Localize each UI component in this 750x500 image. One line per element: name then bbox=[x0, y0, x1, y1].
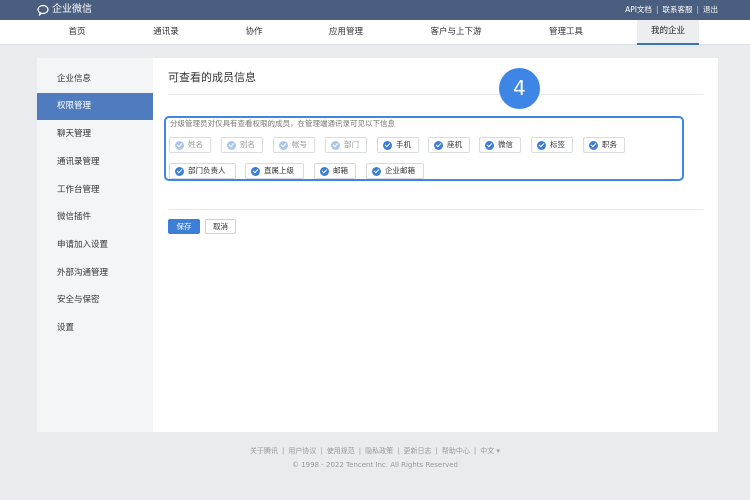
field-label: 直属上级 bbox=[264, 166, 294, 175]
checkbox-checked-icon bbox=[589, 141, 598, 150]
field-label: 手机 bbox=[396, 140, 411, 149]
nav-management-tools[interactable]: 管理工具 bbox=[549, 20, 583, 45]
checkbox-checked-icon bbox=[372, 167, 381, 176]
nav-collaboration[interactable]: 协作 bbox=[245, 20, 262, 45]
footer-link-help[interactable]: 帮助中心 bbox=[442, 447, 470, 455]
nav-customers-partners[interactable]: 客户与上下游 bbox=[430, 20, 481, 45]
field-checkbox-mobile[interactable]: 手机 bbox=[377, 137, 419, 153]
sidebar-item-external-communication[interactable]: 外部沟通管理 bbox=[37, 260, 153, 287]
sidebar-item-join-settings[interactable]: 申请加入设置 bbox=[37, 232, 153, 259]
field-checkbox-direct-supervisor[interactable]: 直属上级 bbox=[245, 163, 304, 179]
nav-my-company[interactable]: 我的企业 bbox=[636, 20, 700, 45]
nav-contacts[interactable]: 通讯录 bbox=[153, 20, 179, 45]
app-logo[interactable]: 企业微信 bbox=[37, 3, 92, 17]
field-checkbox-tags[interactable]: 标签 bbox=[531, 137, 573, 153]
field-label: 企业邮箱 bbox=[385, 166, 415, 175]
checkbox-checked-icon bbox=[383, 141, 392, 150]
field-checkbox-department-head[interactable]: 部门负责人 bbox=[169, 163, 236, 179]
checkbox-checked-icon bbox=[485, 141, 494, 150]
footer-link-changelog[interactable]: 更新日志 bbox=[403, 447, 431, 455]
field-checkbox-alias: 别名 bbox=[221, 137, 263, 153]
save-button[interactable]: 保存 bbox=[168, 219, 200, 234]
api-docs-link[interactable]: API文档 bbox=[625, 4, 652, 16]
cancel-button[interactable]: 取消 bbox=[205, 219, 236, 234]
field-label: 邮箱 bbox=[333, 166, 348, 175]
field-checkbox-email[interactable]: 邮箱 bbox=[314, 163, 356, 179]
app-name: 企业微信 bbox=[52, 4, 92, 15]
field-label: 部门负责人 bbox=[188, 166, 226, 175]
logout-link[interactable]: 退出 bbox=[703, 4, 718, 16]
separator: | bbox=[358, 447, 362, 455]
separator: | bbox=[320, 447, 323, 455]
checkbox-checked-icon bbox=[331, 141, 340, 150]
field-checkbox-department: 部门 bbox=[325, 137, 367, 153]
footer-link-about[interactable]: 关于腾讯 bbox=[250, 447, 278, 455]
field-checkbox-name: 姓名 bbox=[169, 137, 211, 153]
field-checkbox-enterprise-email[interactable]: 企业邮箱 bbox=[366, 163, 424, 179]
sidebar: 企业信息 权限管理 聊天管理 通讯录管理 工作台管理 微信插件 申请加入设置 外… bbox=[37, 58, 153, 432]
field-label: 座机 bbox=[447, 140, 462, 149]
checkbox-checked-icon bbox=[175, 167, 184, 176]
field-label: 微信 bbox=[498, 140, 513, 149]
field-checkbox-landline[interactable]: 座机 bbox=[428, 137, 470, 153]
content-divider bbox=[168, 209, 703, 210]
separator: | bbox=[696, 5, 699, 14]
footer-link-usage-rules[interactable]: 使用规范 bbox=[327, 447, 355, 455]
nav-app-management[interactable]: 应用管理 bbox=[329, 20, 363, 45]
main-card: 企业信息 权限管理 聊天管理 通讯录管理 工作台管理 微信插件 申请加入设置 外… bbox=[37, 58, 718, 432]
sidebar-item-chat-management[interactable]: 聊天管理 bbox=[37, 121, 153, 148]
field-label: 职务 bbox=[602, 140, 617, 149]
language-selector[interactable]: 中文 ▾ bbox=[480, 447, 500, 455]
step-number-badge: 4 bbox=[499, 68, 540, 109]
sidebar-item-workbench-management[interactable]: 工作台管理 bbox=[37, 177, 153, 204]
sidebar-item-contacts-management[interactable]: 通讯录管理 bbox=[37, 149, 153, 176]
sidebar-item-wechat-plugin[interactable]: 微信插件 bbox=[37, 204, 153, 231]
wecom-logo-icon bbox=[37, 4, 49, 16]
sidebar-item-security[interactable]: 安全与保密 bbox=[37, 287, 153, 314]
field-label: 部门 bbox=[344, 140, 359, 149]
field-checkbox-position[interactable]: 职务 bbox=[583, 137, 625, 153]
top-links: API文档 | 联系客服 | 退出 bbox=[625, 4, 718, 16]
top-bar: 企业微信 API文档 | 联系客服 | 退出 bbox=[0, 0, 750, 20]
field-label: 帐号 bbox=[292, 140, 307, 149]
checkbox-checked-icon bbox=[251, 167, 260, 176]
sidebar-item-company-info[interactable]: 企业信息 bbox=[37, 66, 153, 93]
footer-link-user-agreement[interactable]: 用户协议 bbox=[288, 447, 316, 455]
field-checkbox-account: 帐号 bbox=[273, 137, 315, 153]
checkbox-checked-icon bbox=[175, 141, 184, 150]
page-title: 可查看的成员信息 bbox=[168, 71, 256, 84]
sidebar-item-settings[interactable]: 设置 bbox=[37, 315, 153, 342]
contact-support-link[interactable]: 联系客服 bbox=[662, 4, 692, 16]
separator: | bbox=[435, 447, 438, 455]
main-nav: 首页 通讯录 协作 应用管理 客户与上下游 管理工具 我的企业 bbox=[0, 20, 750, 45]
copyright-text: © 1998 - 2022 Tencent Inc. All Rights Re… bbox=[291, 461, 459, 469]
field-label: 姓名 bbox=[188, 140, 203, 149]
separator: | bbox=[282, 447, 285, 455]
separator: | bbox=[655, 5, 659, 14]
checkbox-checked-icon bbox=[320, 167, 329, 176]
field-label: 别名 bbox=[240, 140, 255, 149]
footer-links: 关于腾讯 | 用户协议 | 使用规范 | 隐私政策 | 更新日志 | 帮助中心 | 中文 ▾ bbox=[0, 446, 750, 456]
field-checkbox-wechat[interactable]: 微信 bbox=[479, 137, 521, 153]
title-divider bbox=[168, 94, 703, 95]
checkbox-checked-icon bbox=[227, 141, 236, 150]
description-text: 分级管理员对仅具有查看权限的成员，在管理端通讯录可见以下信息 bbox=[170, 119, 395, 128]
footer-link-privacy[interactable]: 隐私政策 bbox=[365, 447, 393, 455]
checkbox-checked-icon bbox=[434, 141, 443, 150]
separator: | bbox=[397, 447, 400, 455]
checkbox-checked-icon bbox=[279, 141, 288, 150]
field-label: 标签 bbox=[550, 140, 565, 149]
checkbox-checked-icon bbox=[537, 141, 546, 150]
nav-home[interactable]: 首页 bbox=[68, 20, 85, 45]
sidebar-item-permissions[interactable]: 权限管理 bbox=[37, 93, 153, 120]
separator: | bbox=[473, 447, 477, 455]
